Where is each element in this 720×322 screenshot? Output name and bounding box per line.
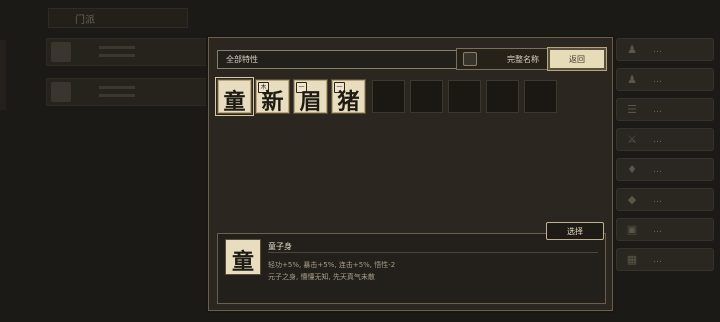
return-button[interactable]: 返回: [547, 47, 607, 71]
trait-detail-icon: 童: [225, 239, 261, 275]
trait-glyph: 猪: [337, 89, 360, 115]
menu-item-label: …: [653, 134, 662, 145]
filter-label: 全部特性: [226, 55, 258, 64]
empty-trait-slot[interactable]: [486, 80, 519, 113]
background-member-row: [46, 78, 214, 106]
avatar: [51, 42, 71, 62]
menu-item-label: …: [653, 104, 662, 115]
diamond-icon: ◆: [627, 193, 637, 206]
empty-trait-slot[interactable]: [372, 80, 405, 113]
right-side-menu: ♟… ♟… ☰… ⚔… ♦… ◆… ▣… ▦…: [616, 38, 714, 278]
menu-item-label: …: [653, 44, 662, 55]
background-title-tab: 门派: [48, 8, 188, 28]
bar: [99, 54, 135, 57]
full-name-checkbox[interactable]: [463, 52, 477, 66]
full-name-toggle[interactable]: 完整名称: [456, 48, 548, 70]
menu-item-label: …: [653, 164, 662, 175]
trait-glyph: 新: [261, 89, 284, 115]
background-member-row: [46, 38, 214, 66]
trait-glyph: 眉: [299, 89, 322, 115]
trait-slot-3[interactable]: 一 眉: [293, 79, 328, 115]
menu-item-1[interactable]: ♟…: [616, 38, 714, 61]
menu-item-3[interactable]: ☰…: [616, 98, 714, 121]
menu-item-5[interactable]: ♦…: [616, 158, 714, 181]
menu-item-label: …: [653, 74, 662, 85]
door-icon: ▦: [626, 253, 638, 266]
bar: [99, 86, 135, 89]
trait-filter-dropdown[interactable]: 全部特性: [217, 50, 460, 69]
trait-slot-1[interactable]: 童: [215, 77, 254, 116]
trait-glyph: 童: [223, 89, 246, 115]
trait-effects: 轻功+5%, 暴击+5%, 连击+5%, 悟性-2: [268, 261, 396, 269]
menu-item-4[interactable]: ⚔…: [616, 128, 714, 151]
trait-description: 元子之身, 懵懂无知, 先天真气未散: [268, 273, 375, 281]
sword-icon: ⚔: [627, 133, 637, 146]
menu-item-label: …: [653, 224, 662, 235]
cart-icon: ▣: [626, 223, 638, 236]
trait-name: 童子身: [268, 242, 292, 251]
trait-slot-2[interactable]: 木 新: [255, 79, 290, 115]
people-icon: ♟: [627, 73, 637, 86]
menu-item-label: …: [653, 194, 662, 205]
trait-slot-4[interactable]: 一 猪: [331, 79, 366, 115]
empty-trait-slot[interactable]: [448, 80, 481, 113]
trait-selection-dialog: 全部特性 完整名称 返回 童 木 新 一 眉 一 猪 童 童子身 轻功+5%, …: [208, 37, 613, 311]
divider: [268, 252, 598, 253]
menu-item-2[interactable]: ♟…: [616, 68, 714, 91]
menu-item-8[interactable]: ▦…: [616, 248, 714, 271]
menu-item-7[interactable]: ▣…: [616, 218, 714, 241]
empty-trait-slot[interactable]: [524, 80, 557, 113]
person-icon: ♟: [627, 43, 637, 56]
scroll-icon: ☰: [627, 103, 637, 116]
tag-icon: ♦: [627, 163, 637, 176]
trait-glyph: 童: [231, 249, 254, 275]
bar: [99, 46, 135, 49]
empty-trait-slot[interactable]: [410, 80, 443, 113]
full-name-label: 完整名称: [507, 54, 539, 64]
menu-item-6[interactable]: ◆…: [616, 188, 714, 211]
avatar: [51, 82, 71, 102]
left-edge-panel: [0, 40, 6, 110]
menu-item-label: …: [653, 254, 662, 265]
bar: [99, 94, 135, 97]
trait-detail-panel: 童 童子身 轻功+5%, 暴击+5%, 连击+5%, 悟性-2 元子之身, 懵懂…: [217, 233, 606, 304]
select-button[interactable]: 选择: [546, 222, 604, 240]
